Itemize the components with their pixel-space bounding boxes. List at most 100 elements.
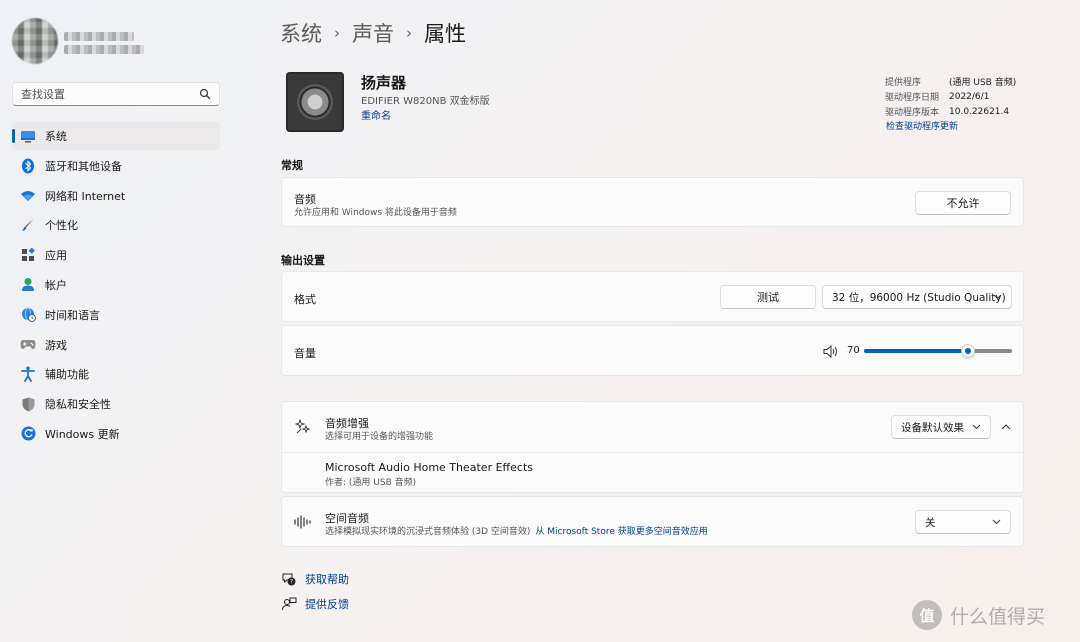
volume-slider[interactable]: [864, 344, 1012, 358]
device-name: 扬声器: [361, 74, 407, 92]
search-box[interactable]: [12, 82, 220, 106]
spatial-audio-description-row: 选择模拟现实环境的沉浸式音频体验 (3D 空间音效) 从 Microsoft S…: [325, 524, 708, 537]
sidebar-nav: 系统 蓝牙和其他设备 网络和 Internet 个性化 应用 帐户 时间和语言 …: [12, 122, 220, 450]
accessibility-icon: [20, 366, 36, 383]
driver-version-value: 10.0.22621.4: [949, 106, 1010, 117]
audio-description: 允许应用和 Windows 将此设备用于音频: [294, 208, 457, 218]
bluetooth-icon: [20, 158, 36, 174]
spatial-audio-select[interactable]: 关: [915, 510, 1011, 534]
volume-value: 70: [847, 345, 860, 356]
test-button[interactable]: 测试: [720, 285, 816, 309]
watermark-logo: 值: [912, 600, 942, 630]
waveform-icon: [294, 515, 311, 529]
sidebar-item-personalization[interactable]: 个性化: [12, 211, 220, 239]
breadcrumb-item-system[interactable]: 系统: [280, 18, 322, 48]
sidebar-item-system[interactable]: 系统: [12, 122, 220, 150]
sidebar-item-gaming[interactable]: 游戏: [12, 331, 220, 359]
sidebar-item-label: 游戏: [45, 338, 67, 352]
section-output-title: 输出设置: [281, 254, 325, 267]
sidebar-item-label: 系统: [45, 130, 67, 143]
format-select-value: 32 位，96000 Hz (Studio Quality): [832, 291, 1006, 304]
brush-icon: [20, 217, 36, 233]
spatial-audio-card: 空间音频 选择模拟现实环境的沉浸式音频体验 (3D 空间音效) 从 Micros…: [281, 496, 1024, 547]
section-general-title: 常规: [281, 159, 303, 172]
speaker-volume-icon[interactable]: [823, 345, 839, 358]
divider: [282, 452, 1023, 453]
feedback-icon: [282, 597, 297, 611]
sidebar-item-label: 辅助功能: [45, 368, 89, 382]
driver-version-label: 驱动程序版本: [885, 108, 940, 118]
account-icon: [20, 277, 36, 293]
avatar: [12, 18, 58, 64]
volume-slider-fill: [864, 349, 968, 353]
enhancement-item-title: Microsoft Audio Home Theater Effects: [325, 461, 533, 474]
rename-link[interactable]: 重命名: [361, 107, 391, 122]
sidebar-item-label: 蓝牙和其他设备: [45, 159, 122, 173]
disallow-button[interactable]: 不允许: [915, 191, 1011, 215]
format-select[interactable]: 32 位，96000 Hz (Studio Quality): [822, 285, 1012, 309]
enhancement-item-author: 作者: (通用 USB 音频): [325, 478, 417, 488]
feedback-label: 提供反馈: [305, 598, 349, 611]
driver-date-value: 2022/6/1: [949, 91, 990, 102]
speaker-icon: [286, 72, 344, 132]
volume-card: 音量 70: [281, 325, 1024, 376]
user-profile[interactable]: [12, 18, 212, 68]
sidebar-item-label: Windows 更新: [45, 427, 120, 441]
wifi-icon: [20, 188, 36, 204]
enhancement-description: 选择可用于设备的增强功能: [325, 432, 434, 442]
breadcrumb-item-sound[interactable]: 声音: [352, 18, 394, 48]
driver-provider-value: (通用 USB 音频): [949, 78, 1017, 88]
chevron-down-icon: [993, 294, 1002, 300]
audio-enhancement-card: 音频增强 选择可用于设备的增强功能 设备默认效果 Microsoft Audio…: [281, 401, 1024, 493]
watermark-text: 什么值得买: [950, 605, 1046, 628]
chevron-right-icon: ›: [334, 24, 340, 42]
sidebar-item-accessibility[interactable]: 辅助功能: [12, 360, 220, 388]
globe-clock-icon: [20, 307, 36, 323]
chevron-up-icon[interactable]: [1001, 423, 1011, 430]
driver-info: 提供程序 (通用 USB 音频) 驱动程序日期 2022/6/1 驱动程序版本 10.…: [885, 74, 1016, 119]
sidebar-item-label: 应用: [45, 249, 67, 263]
search-input[interactable]: [21, 87, 199, 101]
sidebar-item-apps[interactable]: 应用: [12, 241, 220, 269]
user-name-redacted: [64, 32, 134, 41]
sidebar-item-accounts[interactable]: 帐户: [12, 271, 220, 299]
format-card: 格式 测试 32 位，96000 Hz (Studio Quality): [281, 271, 1024, 322]
help-icon: ?: [282, 573, 296, 586]
search-icon[interactable]: [199, 88, 211, 100]
user-email-redacted: [64, 45, 144, 54]
sidebar-item-privacy[interactable]: 隐私和安全性: [12, 390, 220, 418]
svg-text:?: ?: [290, 579, 293, 586]
update-icon: [20, 426, 36, 442]
spatial-audio-select-value: 关: [925, 516, 936, 529]
sidebar-item-label: 时间和语言: [45, 308, 100, 322]
enhancement-select[interactable]: 设备默认效果: [891, 415, 991, 439]
feedback-link[interactable]: 提供反馈: [281, 596, 349, 612]
gamepad-icon: [20, 337, 36, 353]
driver-date-label: 驱动程序日期: [885, 93, 940, 103]
sidebar-item-label: 个性化: [45, 219, 78, 233]
format-label: 格式: [294, 293, 316, 306]
device-model: EDIFIER W820NB 双金标版: [361, 96, 490, 107]
enhancement-select-value: 设备默认效果: [901, 421, 964, 434]
apps-icon: [20, 247, 36, 263]
page-title: 属性: [424, 22, 466, 46]
watermark: 值 什么值得买: [912, 600, 1045, 630]
get-help-label: 获取帮助: [305, 573, 349, 586]
sidebar-item-network[interactable]: 网络和 Internet: [12, 182, 220, 210]
spatial-audio-description: 选择模拟现实环境的沉浸式音频体验 (3D 空间音效): [325, 527, 531, 537]
sidebar-item-time-language[interactable]: 时间和语言: [12, 301, 220, 329]
sidebar-item-label: 隐私和安全性: [45, 398, 111, 412]
check-driver-update-link[interactable]: 检查驱动程序更新: [886, 119, 958, 132]
volume-slider-thumb[interactable]: [960, 344, 975, 358]
sidebar-item-bluetooth[interactable]: 蓝牙和其他设备: [12, 152, 220, 180]
display-icon: [20, 128, 36, 144]
get-help-link[interactable]: ? 获取帮助: [281, 571, 349, 587]
driver-provider-label: 提供程序: [885, 78, 922, 88]
sidebar-item-windows-update[interactable]: Windows 更新: [12, 420, 220, 448]
chevron-down-icon: [972, 424, 981, 430]
ms-store-link[interactable]: 从 Microsoft Store 获取更多空间音效应用: [535, 524, 707, 537]
sidebar: 系统 蓝牙和其他设备 网络和 Internet 个性化 应用: [0, 0, 230, 642]
breadcrumb: 系统 › 声音 › 属性: [280, 18, 466, 48]
chevron-down-icon: [992, 519, 1001, 525]
enhance-sparkle-icon: [295, 419, 311, 434]
